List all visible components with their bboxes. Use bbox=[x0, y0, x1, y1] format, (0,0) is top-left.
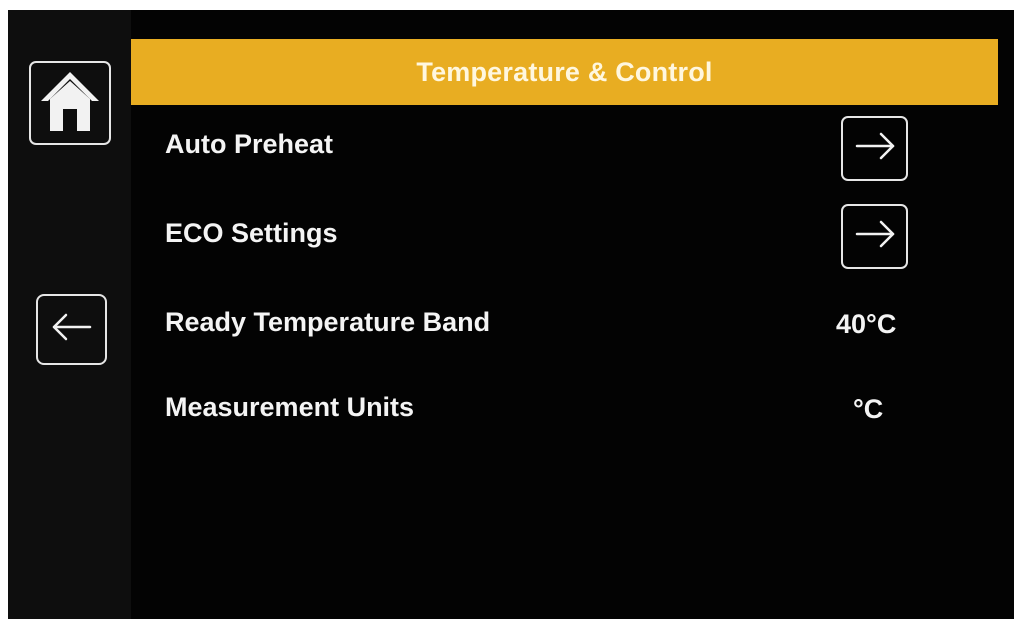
sidebar bbox=[8, 10, 131, 619]
display-screen: Temperature & Control Auto Preheat ECO S… bbox=[8, 10, 1014, 619]
ready-temperature-band-value[interactable]: 40°C bbox=[836, 309, 896, 340]
arrow-left-icon bbox=[50, 312, 94, 347]
back-button[interactable] bbox=[36, 294, 107, 365]
main-panel: Temperature & Control Auto Preheat ECO S… bbox=[131, 10, 1014, 619]
title-bar: Temperature & Control bbox=[131, 39, 998, 105]
auto-preheat-arrow-button[interactable] bbox=[841, 116, 908, 181]
setting-label-eco-settings[interactable]: ECO Settings bbox=[165, 218, 338, 249]
setting-label-ready-temperature-band[interactable]: Ready Temperature Band bbox=[165, 307, 490, 338]
setting-label-auto-preheat[interactable]: Auto Preheat bbox=[165, 129, 333, 160]
setting-label-measurement-units[interactable]: Measurement Units bbox=[165, 392, 414, 423]
home-button[interactable] bbox=[29, 61, 111, 145]
measurement-units-value[interactable]: °C bbox=[853, 394, 883, 425]
home-icon bbox=[39, 69, 101, 138]
arrow-right-icon bbox=[853, 131, 897, 166]
page-title: Temperature & Control bbox=[416, 56, 713, 87]
arrow-right-icon bbox=[853, 219, 897, 254]
eco-settings-arrow-button[interactable] bbox=[841, 204, 908, 269]
device-bezel: Temperature & Control Auto Preheat ECO S… bbox=[0, 0, 1014, 619]
